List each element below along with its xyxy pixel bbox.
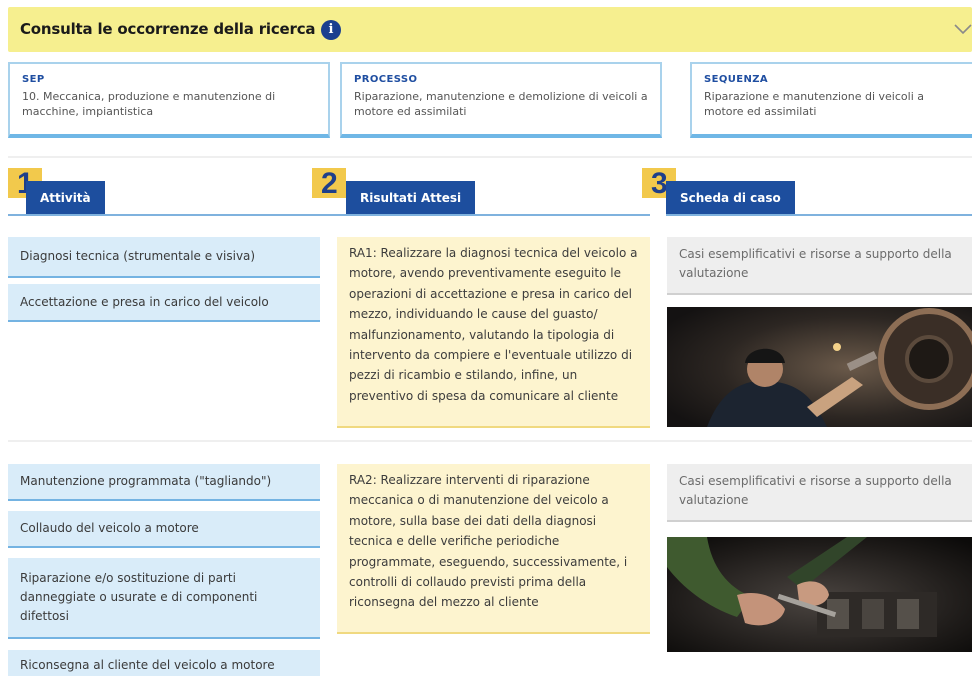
column-header-case: 3 Scheda di caso	[642, 167, 972, 218]
card-sequenza: SEQUENZA Riparazione e manutenzione di v…	[690, 62, 972, 138]
activity-item[interactable]: Collaudo del veicolo a motore	[8, 511, 320, 548]
activity-item[interactable]: Riparazione e/o sostituzione di parti da…	[8, 558, 320, 639]
card-processo: PROCESSO Riparazione, manutenzione e dem…	[340, 62, 662, 138]
tab-case-sheet[interactable]: Scheda di caso	[666, 181, 795, 215]
card-sep: SEP 10. Meccanica, produzione e manutenz…	[8, 62, 330, 138]
activity-item[interactable]: Manutenzione programmata ("tagliando")	[8, 464, 320, 501]
column-header-activities: 1 Attività	[8, 167, 320, 218]
expected-result-ra1: RA1: Realizzare la diagnosi tecnica del …	[337, 237, 650, 428]
chevron-down-icon[interactable]	[953, 21, 972, 37]
tab-expected-results[interactable]: Risultati Attesi	[346, 181, 476, 215]
case-resources-link[interactable]: Casi esemplificativi e risorse a support…	[667, 464, 972, 522]
card-sequenza-value: Riparazione e manutenzione di veicoli a …	[704, 90, 924, 118]
activity-item[interactable]: Diagnosi tecnica (strumentale e visiva)	[8, 237, 320, 278]
header-title: Consulta le occorrenze della ricerca	[20, 20, 316, 38]
card-sep-value: 10. Meccanica, produzione e manutenzione…	[22, 90, 276, 118]
expected-result-ra2: RA2: Realizzare interventi di riparazion…	[337, 464, 650, 634]
activity-item[interactable]: Accettazione e presa in carico del veico…	[8, 284, 320, 322]
activity-item[interactable]: Riconsegna al cliente del veicolo a moto…	[8, 650, 320, 676]
step-number-badge: 2	[312, 167, 346, 200]
column-underline	[8, 214, 320, 216]
info-icon[interactable]: i	[321, 20, 341, 40]
column-header-results: 2 Risultati Attesi	[312, 167, 650, 218]
divider	[8, 156, 972, 158]
card-sep-label: SEP	[22, 74, 45, 85]
mechanic-photo-1	[667, 307, 972, 427]
card-processo-value: Riparazione, manutenzione e demolizione …	[354, 90, 648, 118]
card-processo-label: PROCESSO	[354, 74, 418, 85]
search-occurrences-header[interactable]: Consulta le occorrenze della ricerca i	[8, 7, 972, 52]
tab-activities[interactable]: Attività	[26, 181, 105, 215]
divider	[8, 440, 972, 442]
column-underline	[666, 214, 972, 216]
card-sequenza-label: SEQUENZA	[704, 74, 769, 85]
case-resources-link[interactable]: Casi esemplificativi e risorse a support…	[667, 237, 972, 295]
column-underline	[312, 214, 650, 216]
engine-repair-photo	[667, 537, 972, 652]
